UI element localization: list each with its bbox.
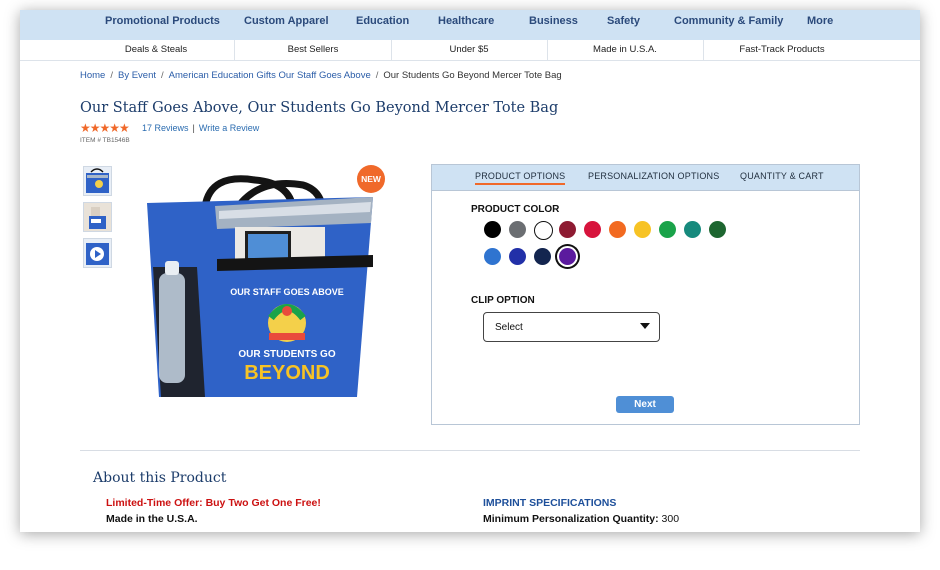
nav-more[interactable]: More <box>807 15 833 27</box>
color-swatch[interactable] <box>484 248 501 265</box>
color-swatch[interactable] <box>534 248 551 265</box>
color-swatch[interactable] <box>584 221 601 238</box>
min-quantity-value: 300 <box>661 513 680 525</box>
subnav-made-in-usa[interactable]: Made in U.S.A. <box>547 40 704 60</box>
color-swatch[interactable] <box>559 221 576 238</box>
breadcrumb-by-event[interactable]: By Event <box>118 70 156 81</box>
min-quantity-label: Minimum Personalization Quantity: <box>483 513 659 525</box>
print-line-3: BEYOND <box>244 362 330 384</box>
product-image: OUR STAFF GOES ABOVE OUR STUDENTS GO BEY… <box>145 175 375 400</box>
tab-personalization-options[interactable]: PERSONALIZATION OPTIONS <box>588 171 719 181</box>
options-tabs: PRODUCT OPTIONS PERSONALIZATION OPTIONS … <box>432 165 859 191</box>
tab-quantity-cart[interactable]: QUANTITY & CART <box>740 171 824 181</box>
thumbnail-video[interactable] <box>83 238 112 268</box>
thumbnail-front[interactable] <box>83 166 112 196</box>
item-number: ITEM # TB1546B <box>80 137 130 144</box>
about-heading: About this Product <box>93 470 227 486</box>
breadcrumb-category[interactable]: American Education Gifts Our Staff Goes … <box>169 70 371 81</box>
section-divider <box>80 450 860 451</box>
subnav-fast-track[interactable]: Fast-Track Products <box>704 40 860 60</box>
reviews-separator: | <box>192 123 195 133</box>
reviews-row: 17 Reviews | Write a Review <box>142 123 259 133</box>
subnav-deals-steals[interactable]: Deals & Steals <box>78 40 235 60</box>
breadcrumb: Home / By Event / American Education Gifts O… <box>80 70 562 81</box>
breadcrumb-separator: / <box>110 70 113 81</box>
subnav-best-sellers[interactable]: Best Sellers <box>235 40 392 60</box>
color-swatch[interactable] <box>534 221 553 240</box>
options-panel: PRODUCT OPTIONS PERSONALIZATION OPTIONS … <box>431 164 860 425</box>
chevron-down-icon <box>640 323 650 329</box>
product-page: Promotional Products Custom Apparel Educ… <box>20 10 920 532</box>
nav-education[interactable]: Education <box>356 15 409 27</box>
color-swatch[interactable] <box>634 221 651 238</box>
breadcrumb-current: Our Students Go Beyond Mercer Tote Bag <box>383 70 562 81</box>
color-swatch[interactable] <box>609 221 626 238</box>
offer-text: Limited-Time Offer: Buy Two Get One Free… <box>106 497 321 509</box>
reviews-link[interactable]: 17 Reviews <box>142 123 189 133</box>
rating-stars: ★★★★★ <box>80 121 130 135</box>
nav-custom-apparel[interactable]: Custom Apparel <box>244 15 329 27</box>
sub-nav: Deals & Steals Best Sellers Under $5 Mad… <box>20 40 920 61</box>
color-swatch[interactable] <box>684 221 701 238</box>
clip-option-value: Select <box>495 322 523 333</box>
subnav-under-5[interactable]: Under $5 <box>391 40 548 60</box>
made-in-usa-text: Made in the U.S.A. <box>106 513 198 525</box>
tab-product-options[interactable]: PRODUCT OPTIONS <box>475 171 566 185</box>
color-swatch[interactable] <box>559 248 576 265</box>
next-button[interactable]: Next <box>616 396 674 413</box>
imprint-heading: IMPRINT SPECIFICATIONS <box>483 497 617 509</box>
print-line-1: OUR STAFF GOES ABOVE <box>230 287 344 297</box>
new-badge: NEW <box>357 165 385 193</box>
color-swatch[interactable] <box>709 221 726 238</box>
clip-option-select[interactable]: Select <box>483 312 660 342</box>
page-title: Our Staff Goes Above, Our Students Go Be… <box>80 100 559 116</box>
clip-option-label: CLIP OPTION <box>471 295 535 306</box>
breadcrumb-home[interactable]: Home <box>80 70 105 81</box>
color-swatch[interactable] <box>484 221 501 238</box>
write-review-link[interactable]: Write a Review <box>199 123 259 133</box>
product-color-label: PRODUCT COLOR <box>471 204 560 215</box>
nav-promotional-products[interactable]: Promotional Products <box>105 15 220 27</box>
color-swatch[interactable] <box>509 221 526 238</box>
nav-healthcare[interactable]: Healthcare <box>438 15 494 27</box>
min-quantity: Minimum Personalization Quantity: 300 <box>483 513 679 525</box>
breadcrumb-separator: / <box>375 70 379 81</box>
nav-business[interactable]: Business <box>529 15 578 27</box>
nav-community-family[interactable]: Community & Family <box>674 15 783 27</box>
main-nav: Promotional Products Custom Apparel Educ… <box>20 10 920 40</box>
breadcrumb-separator: / <box>161 70 164 81</box>
nav-safety[interactable]: Safety <box>607 15 640 27</box>
color-swatch[interactable] <box>509 248 526 265</box>
thumbnail-lifestyle[interactable] <box>83 202 112 232</box>
print-line-2: OUR STUDENTS GO <box>238 349 335 360</box>
color-swatch[interactable] <box>659 221 676 238</box>
